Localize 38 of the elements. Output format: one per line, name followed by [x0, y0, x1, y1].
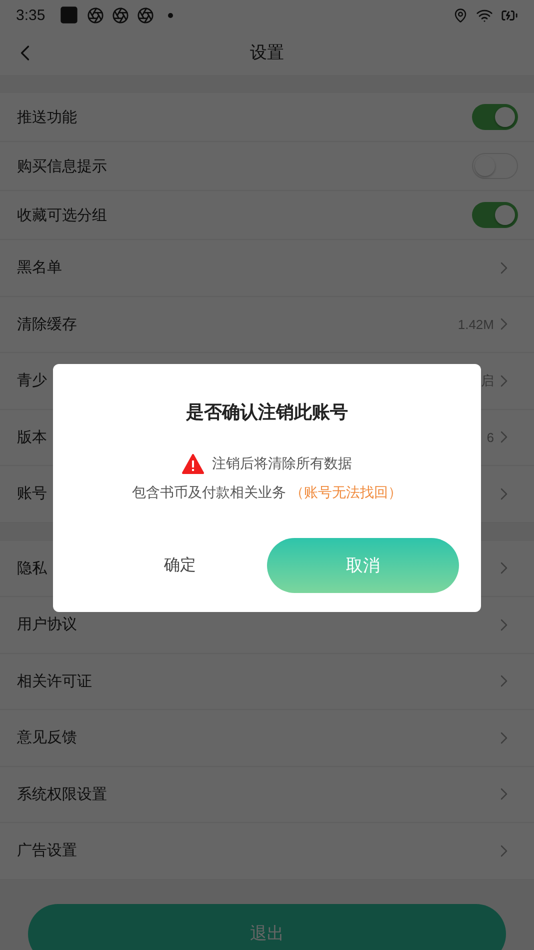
- page-title: 设置: [250, 42, 284, 64]
- toggle-switch[interactable]: [472, 104, 518, 130]
- settings-row[interactable]: 意见反馈: [0, 710, 534, 766]
- aperture-icon: [87, 6, 104, 24]
- setting-label: 系统权限设置: [17, 784, 107, 804]
- setting-label: 隐私: [17, 558, 47, 578]
- settings-row[interactable]: 系统权限设置: [0, 766, 534, 823]
- toggle-switch[interactable]: [472, 202, 518, 228]
- setting-label: 账号: [17, 484, 47, 504]
- settings-row[interactable]: 黑名单: [0, 240, 534, 296]
- cancel-button[interactable]: 取消: [267, 538, 459, 593]
- dot-icon: [168, 12, 174, 18]
- dialog-title: 是否确认注销此账号: [186, 401, 348, 424]
- setting-label: 广告设置: [17, 841, 77, 860]
- warning-icon: [182, 454, 204, 474]
- setting-label: 清除缓存: [17, 314, 77, 334]
- aperture-icon: [112, 6, 130, 24]
- setting-label: 青少: [17, 371, 47, 390]
- settings-row[interactable]: 相关许可证: [0, 654, 534, 710]
- setting-label: 黑名单: [17, 258, 62, 278]
- setting-label: 用户协议: [17, 615, 77, 634]
- settings-row[interactable]: 广告设置: [0, 823, 534, 880]
- location-icon: [453, 8, 468, 22]
- settings-row[interactable]: 购买信息提示: [0, 142, 534, 191]
- setting-label: 版本: [17, 428, 47, 447]
- setting-label: 推送功能: [17, 108, 77, 126]
- warning-text: 注销后将清除所有数据: [212, 455, 352, 473]
- notification-square-icon: [59, 5, 80, 25]
- aperture-icon: [137, 6, 154, 24]
- setting-label: 意见反馈: [17, 728, 77, 748]
- settings-row[interactable]: 推送功能: [0, 93, 534, 142]
- setting-label: 收藏可选分组: [17, 206, 107, 224]
- status-time: 3:35: [16, 6, 46, 24]
- settings-row[interactable]: 收藏可选分组: [0, 191, 534, 240]
- dialog-note: 包含书币及付款相关业务 （账号无法找回）: [132, 484, 402, 502]
- setting-label: 购买信息提示: [17, 156, 107, 176]
- setting-label: 相关许可证: [17, 672, 92, 691]
- confirm-button[interactable]: 确定: [93, 538, 267, 592]
